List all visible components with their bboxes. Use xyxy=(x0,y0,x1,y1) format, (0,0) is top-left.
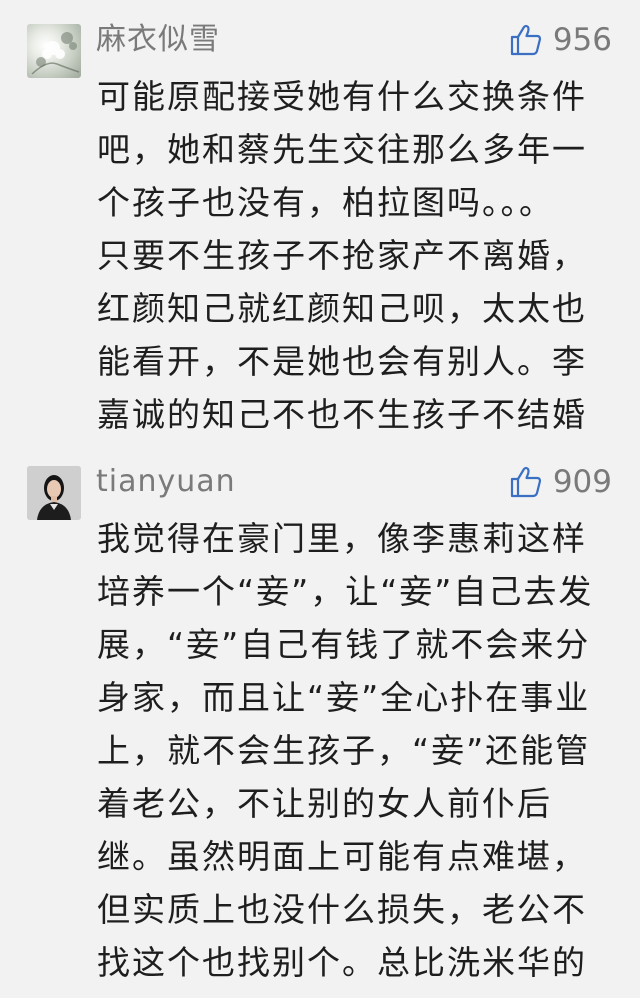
like-count: 956 xyxy=(552,22,612,58)
comment-username[interactable]: tianyuan xyxy=(96,462,236,502)
person-avatar-icon xyxy=(27,466,81,520)
comment-text: 我觉得在豪门里，像李惠莉这样 培养一个“妾”，让“妾”自己去发 展，“妾”自己有… xyxy=(97,519,594,998)
thumbs-up-icon xyxy=(510,466,541,498)
like-button[interactable]: 956 xyxy=(509,20,612,60)
comment-username[interactable]: 麻衣似雪 xyxy=(96,20,220,60)
avatar[interactable] xyxy=(27,466,81,520)
comment-text: 可能原配接受她有什么交换条件 吧，她和蔡先生交往那么多年一 个孩子也没有，柏拉图… xyxy=(97,77,587,434)
like-count: 909 xyxy=(552,464,612,500)
like-button[interactable]: 909 xyxy=(509,462,612,502)
avatar[interactable] xyxy=(27,24,81,78)
comment-feed: 麻衣似雪 956 可能原配接受她有什么交换条件 吧，她和蔡先生交往那么多年一 个… xyxy=(0,0,640,998)
thumbs-up-icon xyxy=(510,24,541,56)
flower-avatar-icon xyxy=(31,32,80,75)
